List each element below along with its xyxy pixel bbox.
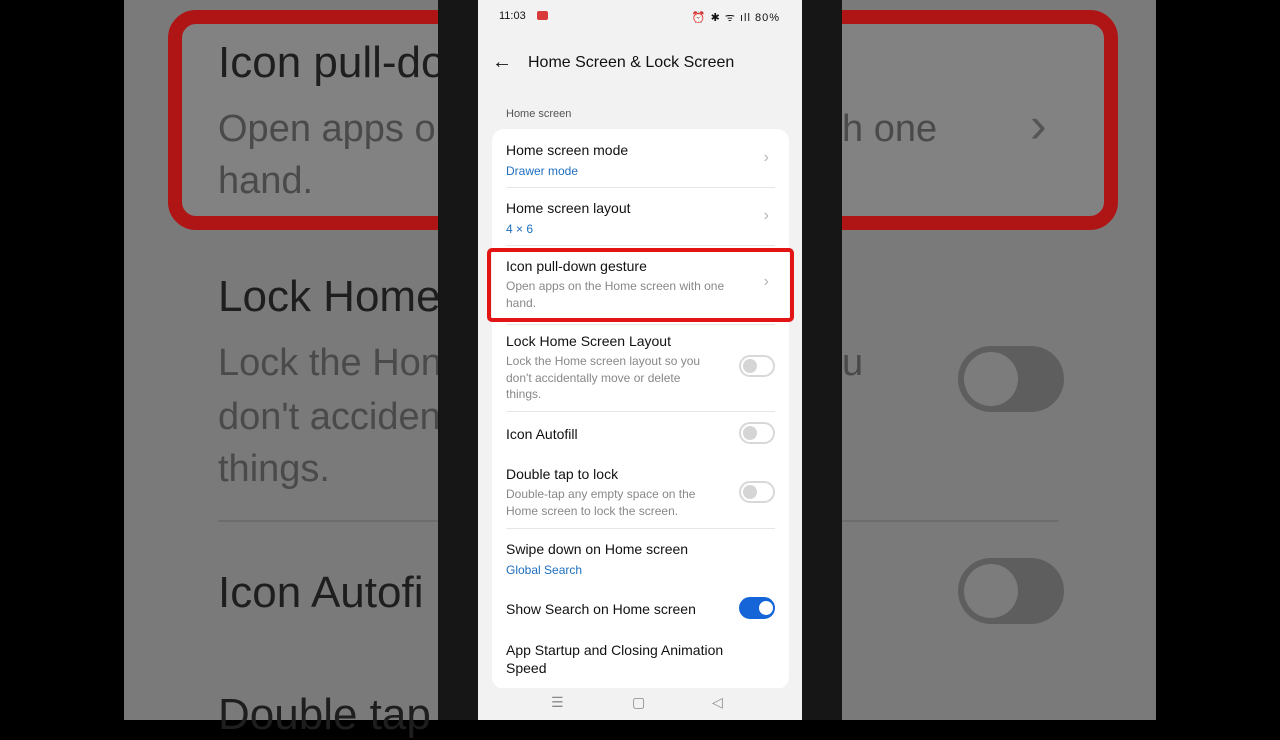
phone-screen: 11:03 ⏰ ✱ ᯤ ıll 80% ← Home Screen & Lock… [478,0,802,720]
setting-subtitle-line-2: don't accidentally move or delete [506,371,681,385]
setting-subtitle-line-3: things. [506,387,542,401]
background-lock-sub-4: things. [218,448,330,490]
setting-subtitle-line-2: Home screen to lock the screen. [506,504,679,518]
setting-app-animation-speed[interactable]: App Startup and Closing Animation Speed [492,632,789,689]
setting-title: Lock Home Screen Layout [506,333,671,349]
setting-value: Global Search [506,563,583,577]
setting-home-screen-mode[interactable]: Home screen mode Drawer mode › [492,129,789,188]
background-lock-sub-1: Lock the Hon [218,342,442,384]
background-lock-title: Lock Home [218,272,441,321]
settings-card: Home screen mode Drawer mode › Home scre… [492,129,789,689]
setting-value: 4 × 6 [506,222,534,236]
screen-record-icon [537,11,548,20]
setting-title: Home screen layout [506,200,631,216]
setting-title-line-2: Speed [506,660,547,676]
section-label: Home screen [506,108,572,120]
phone-bezel-right [802,0,842,720]
recents-menu-icon[interactable]: ☰ [551,694,564,711]
background-lock-sub-2: u [842,342,864,384]
app-header: ← Home Screen & Lock Screen [478,44,802,80]
home-square-icon[interactable]: ▢ [632,694,645,711]
page-title: Home Screen & Lock Screen [528,54,735,71]
double-tap-lock-toggle[interactable] [739,481,775,503]
toggle-knob [743,359,757,373]
setting-title: Show Search on Home screen [506,601,696,617]
navigation-bar: ☰ ▢ ◁ [478,688,802,720]
background-toggle [958,346,1064,412]
background-card-sub-1: Open apps o [218,108,436,150]
icon-autofill-toggle[interactable] [739,422,775,444]
lock-layout-toggle[interactable] [739,355,775,377]
status-icons: ⏰ ✱ ᯤ ıll 80% [692,10,780,25]
setting-title: Double tap to lock [506,466,619,482]
setting-title-line-1: App Startup and Closing Animation [506,642,724,658]
background-card-sub-2: h one [842,108,938,150]
setting-show-search-home-screen[interactable]: Show Search on Home screen [492,586,789,632]
back-triangle-icon[interactable]: ◁ [712,694,723,711]
setting-title: Home screen mode [506,142,629,158]
setting-icon-autofill[interactable]: Icon Autofill [492,412,789,455]
toggle-knob [743,426,757,440]
back-arrow-icon[interactable]: ← [492,49,512,75]
show-search-toggle[interactable] [739,597,775,619]
chevron-right-icon: › [763,149,769,166]
background-toggle [958,558,1064,624]
phone-bezel-left [438,0,478,720]
red-highlight-box [487,248,794,322]
background-double-tap-title: Double tap [218,690,431,739]
background-card-title: Icon pull-do [218,38,446,87]
setting-double-tap-to-lock[interactable]: Double tap to lock Double-tap any empty … [492,455,789,529]
setting-lock-home-screen-layout[interactable]: Lock Home Screen Layout Lock the Home sc… [492,325,789,412]
background-chevron-icon: › [1030,97,1047,153]
chevron-right-icon: › [763,207,769,224]
background-lock-sub-3: don't acciden [218,396,441,438]
setting-subtitle-line-1: Lock the Home screen layout so you [506,354,701,368]
setting-value: Drawer mode [506,164,579,178]
setting-subtitle-line-1: Double-tap any empty space on the [506,487,696,501]
toggle-knob [759,601,773,615]
status-indicator-icons: ⏰ ✱ ᯤ ıll [691,12,751,24]
setting-swipe-down-home-screen[interactable]: Swipe down on Home screen Global Search [492,529,789,586]
setting-title: Swipe down on Home screen [506,541,689,557]
battery-level: 80% [754,12,780,24]
setting-title: Icon Autofill [506,426,578,442]
background-card-sub-3: hand. [218,160,314,202]
toggle-knob [743,485,757,499]
status-bar: 11:03 ⏰ ✱ ᯤ ıll 80% [478,0,802,34]
status-time: 11:03 [499,10,526,22]
background-autofill-title: Icon Autofi [218,568,424,617]
setting-home-screen-layout[interactable]: Home screen layout 4 × 6 › [492,188,789,246]
